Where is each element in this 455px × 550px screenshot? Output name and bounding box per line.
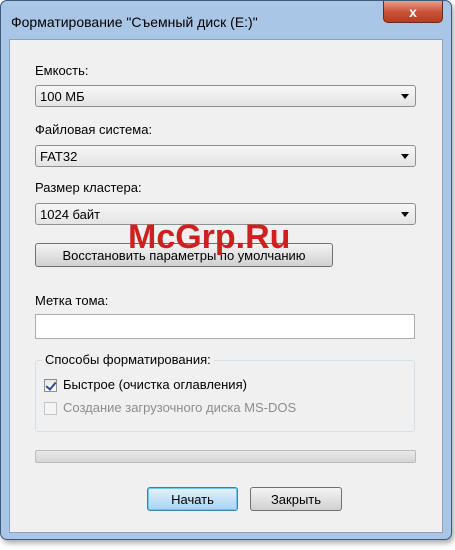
volume-label-caption: Метка тома:: [35, 293, 109, 308]
cluster-size-select[interactable]: 1024 байт: [35, 203, 416, 225]
window-title: Форматирование "Съемный диск (E:)": [11, 14, 258, 30]
format-options-title: Способы форматирования:: [42, 352, 214, 367]
msdos-boot-checkbox: [44, 402, 57, 415]
cluster-label: Размер кластера:: [35, 180, 142, 195]
dialog-body: Емкость: 100 МБ Файловая система: FAT32 …: [9, 39, 443, 533]
volume-label-input[interactable]: [35, 314, 415, 339]
quick-format-label[interactable]: Быстрое (очистка оглавления): [63, 377, 247, 392]
start-button[interactable]: Начать: [147, 487, 238, 511]
capacity-select[interactable]: 100 МБ: [35, 85, 416, 107]
restore-defaults-button[interactable]: Восстановить параметры по умолчанию: [35, 243, 333, 267]
msdos-boot-label: Создание загрузочного диска MS-DOS: [63, 400, 297, 415]
filesystem-select[interactable]: FAT32: [35, 145, 416, 167]
title-bar[interactable]: Форматирование "Съемный диск (E:)" x: [1, 1, 451, 39]
filesystem-value: FAT32: [40, 149, 78, 164]
close-window-button[interactable]: x: [383, 1, 443, 23]
format-options-group: Способы форматирования: Быстрое (очистка…: [35, 352, 415, 432]
format-progress-bar: [35, 450, 416, 463]
chevron-down-icon: [401, 212, 409, 217]
cluster-value: 1024 байт: [40, 207, 101, 222]
chevron-down-icon: [401, 94, 409, 99]
capacity-value: 100 МБ: [40, 89, 85, 104]
chevron-down-icon: [401, 154, 409, 159]
close-button[interactable]: Закрыть: [250, 487, 342, 511]
quick-format-checkbox[interactable]: [44, 379, 57, 392]
filesystem-label: Файловая система:: [35, 122, 153, 137]
capacity-label: Емкость:: [35, 63, 89, 78]
format-dialog: Форматирование "Съемный диск (E:)" x Емк…: [0, 0, 452, 540]
